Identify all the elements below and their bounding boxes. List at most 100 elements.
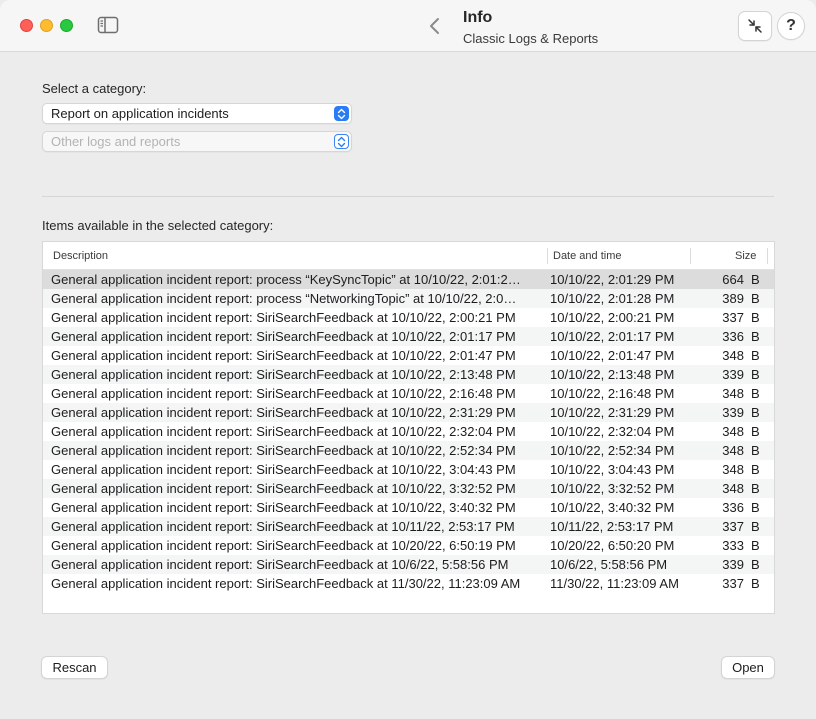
cell-size-unit: B xyxy=(751,405,760,420)
table-row[interactable]: General application incident report: Sir… xyxy=(43,384,774,403)
table-row[interactable]: General application incident report: Sir… xyxy=(43,498,774,517)
cell-date: 11/30/22, 11:23:09 AM xyxy=(550,576,679,591)
cell-date: 10/10/22, 2:13:48 PM xyxy=(550,367,675,382)
cell-size-unit: B xyxy=(751,519,760,534)
cell-description: General application incident report: Sir… xyxy=(51,348,516,363)
column-header-date[interactable]: Date and time xyxy=(553,250,621,262)
cell-size: 337 xyxy=(722,519,744,534)
cell-description: General application incident report: pro… xyxy=(51,291,517,306)
column-header-description[interactable]: Description xyxy=(53,250,108,262)
sidebar-toggle-icon[interactable] xyxy=(97,16,119,34)
cell-date: 10/10/22, 2:31:29 PM xyxy=(550,405,675,420)
column-separator[interactable] xyxy=(767,248,768,264)
table-row[interactable]: General application incident report: pro… xyxy=(43,270,774,289)
cell-size: 339 xyxy=(722,557,744,572)
cell-size: 389 xyxy=(722,291,744,306)
cell-size: 348 xyxy=(722,481,744,496)
cell-description: General application incident report: Sir… xyxy=(51,310,516,325)
cell-size-unit: B xyxy=(751,329,760,344)
cell-description: General application incident report: Sir… xyxy=(51,367,516,382)
cell-description: General application incident report: Sir… xyxy=(51,576,521,591)
table-header: Description Date and time Size xyxy=(43,242,774,270)
table-row[interactable]: General application incident report: Sir… xyxy=(43,441,774,460)
cell-description: General application incident report: Sir… xyxy=(51,405,516,420)
maximize-button[interactable] xyxy=(60,19,73,32)
cell-date: 10/10/22, 2:01:47 PM xyxy=(550,348,675,363)
help-button[interactable]: ? xyxy=(777,12,805,40)
table-row[interactable]: General application incident report: Sir… xyxy=(43,479,774,498)
column-separator[interactable] xyxy=(690,248,691,264)
table-row[interactable]: General application incident report: Sir… xyxy=(43,346,774,365)
close-button[interactable] xyxy=(20,19,33,32)
cell-date: 10/10/22, 2:16:48 PM xyxy=(550,386,675,401)
cell-size: 337 xyxy=(722,576,744,591)
table-row[interactable]: General application incident report: Sir… xyxy=(43,555,774,574)
collapse-button[interactable] xyxy=(738,11,772,41)
chevron-left-icon[interactable] xyxy=(424,14,446,38)
table-row[interactable]: General application incident report: Sir… xyxy=(43,422,774,441)
open-button[interactable]: Open xyxy=(721,656,775,679)
cell-size-unit: B xyxy=(751,310,760,325)
cell-size: 336 xyxy=(722,500,744,515)
column-header-size[interactable]: Size xyxy=(735,250,756,262)
cell-size: 348 xyxy=(722,348,744,363)
table-row[interactable]: General application incident report: Sir… xyxy=(43,327,774,346)
cell-size-unit: B xyxy=(751,291,760,306)
cell-date: 10/10/22, 2:01:17 PM xyxy=(550,329,675,344)
table-body: General application incident report: pro… xyxy=(43,270,774,593)
cell-size-unit: B xyxy=(751,424,760,439)
window: Info Classic Logs & Reports ? Select a c… xyxy=(0,0,816,719)
cell-date: 10/6/22, 5:58:56 PM xyxy=(550,557,668,572)
cell-size-unit: B xyxy=(751,443,760,458)
cell-size-unit: B xyxy=(751,348,760,363)
items-table[interactable]: Description Date and time Size General a… xyxy=(42,241,775,614)
cell-size: 333 xyxy=(722,538,744,553)
cell-date: 10/10/22, 2:32:04 PM xyxy=(550,424,675,439)
title-bar: Info Classic Logs & Reports ? xyxy=(0,0,816,52)
table-row[interactable]: General application incident report: pro… xyxy=(43,289,774,308)
secondary-popup[interactable]: Other logs and reports xyxy=(42,131,352,152)
cell-description: General application incident report: Sir… xyxy=(51,386,516,401)
cell-date: 10/10/22, 2:52:34 PM xyxy=(550,443,675,458)
cell-size: 348 xyxy=(722,424,744,439)
table-row[interactable]: General application incident report: Sir… xyxy=(43,365,774,384)
cell-date: 10/20/22, 6:50:20 PM xyxy=(550,538,675,553)
cell-size: 339 xyxy=(722,367,744,382)
cell-description: General application incident report: Sir… xyxy=(51,481,516,496)
cell-date: 10/11/22, 2:53:17 PM xyxy=(550,519,674,534)
category-popup[interactable]: Report on application incidents xyxy=(42,103,352,124)
collapse-arrows-icon xyxy=(748,19,762,33)
rescan-button[interactable]: Rescan xyxy=(41,656,108,679)
cell-date: 10/10/22, 2:00:21 PM xyxy=(550,310,675,325)
cell-description: General application incident report: Sir… xyxy=(51,424,516,439)
table-row[interactable]: General application incident report: Sir… xyxy=(43,536,774,555)
cell-date: 10/10/22, 2:01:29 PM xyxy=(550,272,675,287)
cell-size: 348 xyxy=(722,462,744,477)
cell-description: General application incident report: Sir… xyxy=(51,500,516,515)
cell-description: General application incident report: Sir… xyxy=(51,519,515,534)
cell-description: General application incident report: Sir… xyxy=(51,462,516,477)
chevron-updown-icon xyxy=(334,134,349,149)
cell-date: 10/10/22, 3:32:52 PM xyxy=(550,481,675,496)
cell-size: 337 xyxy=(722,310,744,325)
table-row[interactable]: General application incident report: Sir… xyxy=(43,460,774,479)
column-separator[interactable] xyxy=(547,248,548,264)
cell-date: 10/10/22, 2:01:28 PM xyxy=(550,291,675,306)
items-label: Items available in the selected category… xyxy=(42,218,274,233)
minimize-button[interactable] xyxy=(40,19,53,32)
cell-size-unit: B xyxy=(751,481,760,496)
cell-size-unit: B xyxy=(751,462,760,477)
table-row[interactable]: General application incident report: Sir… xyxy=(43,403,774,422)
table-row[interactable]: General application incident report: Sir… xyxy=(43,517,774,536)
table-row[interactable]: General application incident report: Sir… xyxy=(43,308,774,327)
divider xyxy=(42,196,774,197)
cell-size: 664 xyxy=(722,272,744,287)
category-popup-value: Report on application incidents xyxy=(51,106,229,121)
table-row[interactable]: General application incident report: Sir… xyxy=(43,574,774,593)
cell-date: 10/10/22, 3:40:32 PM xyxy=(550,500,675,515)
cell-description: General application incident report: pro… xyxy=(51,272,521,287)
cell-date: 10/10/22, 3:04:43 PM xyxy=(550,462,675,477)
cell-description: General application incident report: Sir… xyxy=(51,557,509,572)
cell-size-unit: B xyxy=(751,272,760,287)
cell-size-unit: B xyxy=(751,386,760,401)
